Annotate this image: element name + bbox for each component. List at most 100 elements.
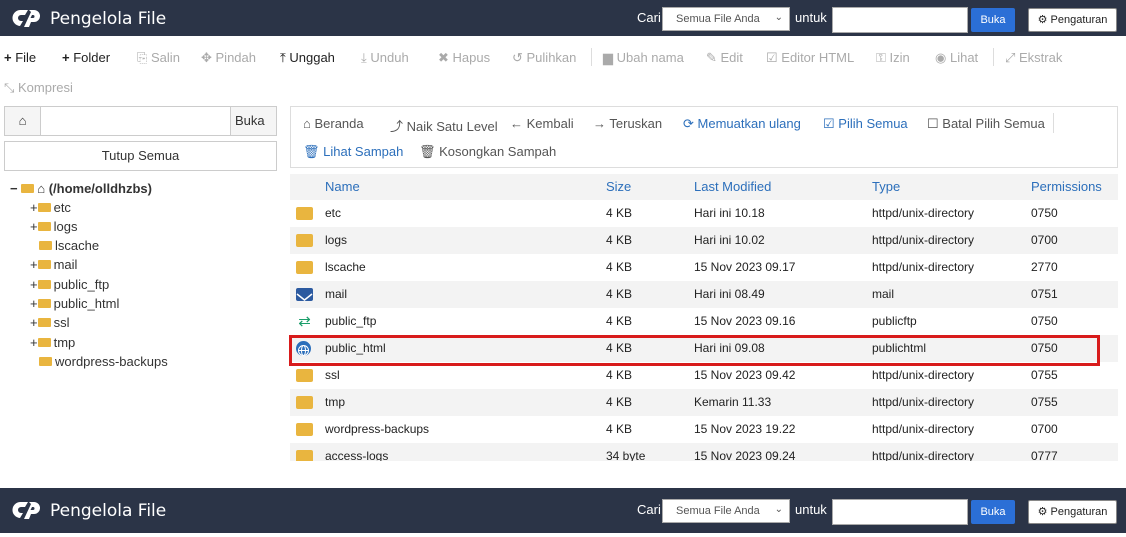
file-button[interactable]: + File: [4, 50, 36, 65]
home-icon[interactable]: ⌂: [5, 107, 41, 135]
file-name[interactable]: tmp: [325, 389, 345, 416]
collapse-all-button[interactable]: Tutup Semua: [4, 141, 277, 171]
permissions-button[interactable]: ⚿ Izin: [876, 50, 910, 66]
settings-label: Pengaturan: [1050, 506, 1108, 518]
col-size[interactable]: Size: [606, 174, 631, 200]
tree-item[interactable]: + tmp: [30, 334, 75, 352]
search-label: Cari: [637, 502, 661, 517]
compress-button[interactable]: ⤡ Kompresi: [4, 80, 73, 96]
reload-button[interactable]: ⟳ Memuatkan ulang: [683, 116, 801, 132]
html-editor-button[interactable]: ☑ Editor HTML: [766, 50, 854, 66]
file-name[interactable]: public_ftp: [325, 308, 376, 335]
file-name[interactable]: ssl: [325, 362, 340, 389]
extract-button[interactable]: ⤢ Ekstrak: [1005, 50, 1062, 66]
unselect-all-button[interactable]: ☐ Batal Pilih Semua: [927, 116, 1045, 132]
tree-item[interactable]: + public_html: [30, 295, 119, 313]
tree-item[interactable]: wordpress-backups: [39, 353, 168, 371]
search-label: Cari: [637, 10, 661, 25]
table-row[interactable]: tmp 4 KB Kemarin 11.33 httpd/unix-directory…: [290, 389, 1118, 416]
search-go-button[interactable]: Buka: [971, 500, 1015, 524]
tree-root[interactable]: − ⌂ (/home/olldhzbs): [10, 180, 152, 198]
table-row[interactable]: lscache 4 KB 15 Nov 2023 09.17 httpd/unix-d…: [290, 254, 1118, 281]
folder-icon: [296, 450, 313, 461]
view-trash-button[interactable]: 🗑 Lihat Sampah: [303, 144, 403, 160]
collapse-icon: −: [10, 181, 22, 196]
table-row[interactable]: ssl 4 KB 15 Nov 2023 09.42 httpd/unix-direc…: [290, 362, 1118, 389]
upload-button[interactable]: ⤒ Unggah: [280, 50, 335, 66]
file-modified: Hari ini 10.18: [694, 206, 765, 220]
view-button[interactable]: ◉ Lihat: [935, 50, 978, 66]
table-row[interactable]: ⇄ public_ftp 4 KB 15 Nov 2023 09.16 publicft…: [290, 308, 1118, 335]
file-permissions: 0700: [1031, 233, 1058, 247]
col-permissions[interactable]: Permissions: [1031, 174, 1102, 200]
cpanel-logo-icon: [12, 501, 40, 519]
file-modified: 15 Nov 2023 19.22: [694, 422, 796, 436]
file-type: httpd/unix-directory: [872, 368, 975, 382]
col-type[interactable]: Type: [872, 174, 900, 200]
tree-item[interactable]: + ssl: [30, 314, 69, 332]
empty-trash-button[interactable]: 🗑 Kosongkan Sampah: [419, 144, 556, 160]
eye-icon: ◉: [935, 50, 950, 65]
file-modified: 15 Nov 2023 09.42: [694, 368, 796, 382]
table-row[interactable]: mail 4 KB Hari ini 08.49 mail 0751: [290, 281, 1118, 308]
file-permissions: 0751: [1031, 287, 1058, 301]
file-name[interactable]: wordpress-backups: [325, 416, 429, 443]
folder-icon: [296, 261, 313, 274]
table-row[interactable]: access-logs 34 byte 15 Nov 2023 09.24 httpd…: [290, 443, 1118, 461]
settings-button[interactable]: ⚙ Pengaturan: [1028, 500, 1117, 524]
tree-item[interactable]: lscache: [39, 237, 99, 255]
home-button[interactable]: ⌂ Beranda: [303, 116, 364, 131]
tree-item[interactable]: + logs: [30, 218, 77, 236]
up-level-button[interactable]: ⤴ Naik Satu Level: [390, 116, 498, 135]
table-row[interactable]: etc 4 KB Hari ini 10.18 httpd/unix-director…: [290, 200, 1118, 227]
forward-button[interactable]: → Teruskan: [593, 116, 662, 131]
back-button[interactable]: ← Kembali: [510, 116, 574, 131]
move-button[interactable]: ✥ Pindah: [201, 50, 256, 66]
table-row[interactable]: logs 4 KB Hari ini 10.02 httpd/unix-directo…: [290, 227, 1118, 254]
delete-button[interactable]: ✖ Hapus: [438, 50, 490, 66]
search-scope-select[interactable]: Semua File Anda ⌄: [662, 7, 790, 31]
search-go-button[interactable]: Buka: [971, 8, 1015, 32]
table-row[interactable]: wordpress-backups 4 KB 15 Nov 2023 19.22 ht…: [290, 416, 1118, 443]
folder-icon: [296, 396, 313, 409]
copy-icon: ⎘: [137, 50, 152, 65]
cpanel-logo-icon: [12, 9, 40, 27]
rename-button[interactable]: ▆ Ubah nama: [603, 50, 684, 66]
transfer-icon: ⇄: [298, 313, 311, 330]
file-icon: ▆: [603, 50, 617, 65]
file-name[interactable]: access-logs: [325, 443, 388, 461]
search-input[interactable]: [832, 499, 968, 525]
folder-icon: [39, 357, 52, 367]
settings-button[interactable]: ⚙ Pengaturan: [1028, 8, 1117, 32]
file-name[interactable]: mail: [325, 281, 347, 308]
trash-icon: 🗑: [419, 144, 440, 159]
col-modified[interactable]: Last Modified: [694, 174, 771, 200]
copy-button[interactable]: ⎘ Salin: [137, 50, 180, 66]
file-name[interactable]: etc: [325, 200, 341, 227]
search-scope-select[interactable]: Semua File Anda ⌄: [662, 499, 790, 523]
untuk-label: untuk: [795, 10, 827, 25]
restore-button[interactable]: ↺ Pulihkan: [512, 50, 576, 66]
folder-icon: [37, 203, 51, 213]
tree-item[interactable]: + etc: [30, 199, 71, 217]
chevron-down-icon: ⌄: [774, 504, 783, 515]
tree-item[interactable]: + public_ftp: [30, 276, 109, 294]
file-name[interactable]: lscache: [325, 254, 366, 281]
col-name[interactable]: Name: [325, 174, 360, 200]
file-permissions: 0755: [1031, 395, 1058, 409]
path-input[interactable]: [41, 107, 231, 135]
edit-button[interactable]: ✎ Edit: [706, 50, 743, 66]
download-button[interactable]: ⤓ Unduh: [361, 50, 409, 66]
checkbox-empty-icon: ☐: [927, 116, 943, 131]
app-header-duplicate: Pengelola File Cari Semua File Anda ⌄ unt…: [0, 488, 1126, 533]
search-input[interactable]: [832, 7, 968, 33]
checkbox-checked-icon: ☑: [823, 116, 839, 131]
folder-button[interactable]: + Folder: [62, 50, 110, 65]
file-type: httpd/unix-directory: [872, 395, 975, 409]
folder-icon: [296, 423, 313, 436]
file-name[interactable]: logs: [325, 227, 347, 254]
path-go-button[interactable]: Buka: [235, 113, 265, 128]
select-all-button[interactable]: ☑ Pilih Semua: [823, 116, 908, 132]
gear-icon: ⚙: [1037, 506, 1051, 518]
tree-item[interactable]: + mail: [30, 256, 77, 274]
